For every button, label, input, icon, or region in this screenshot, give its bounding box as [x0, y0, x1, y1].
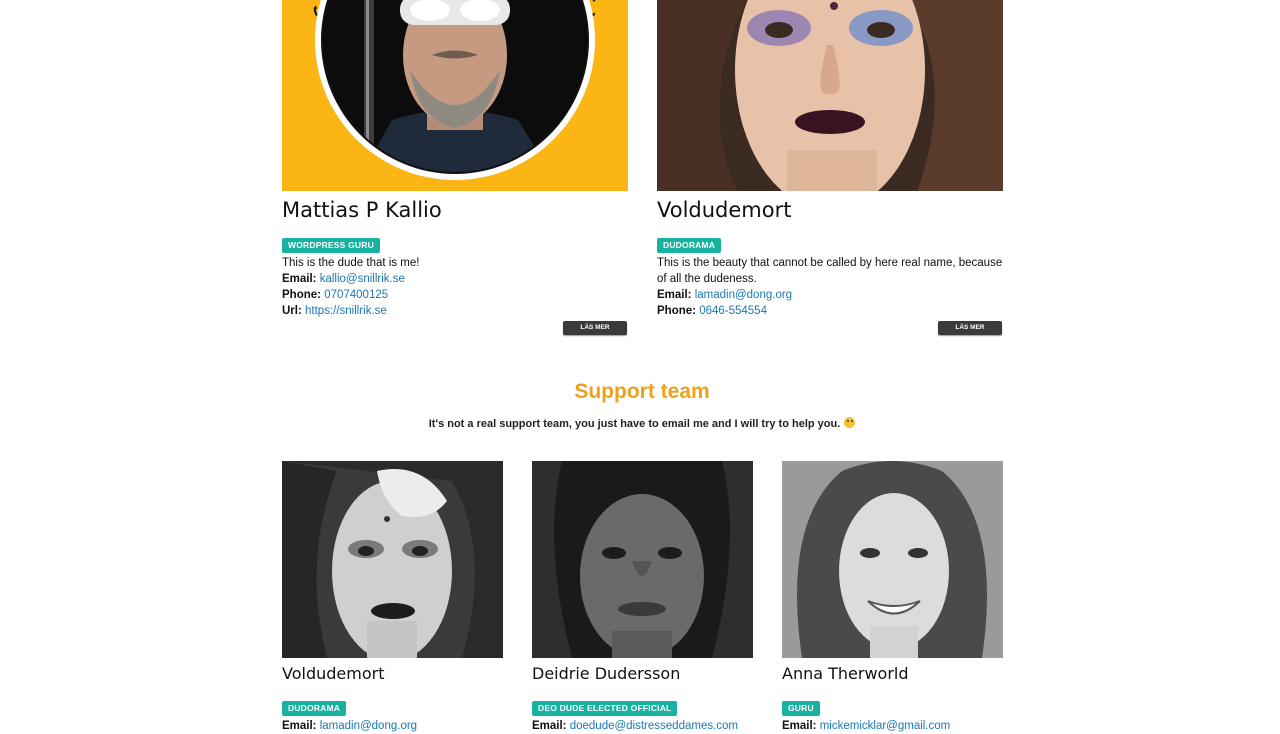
member-details: This is the dude that is me! Email: kall… — [282, 255, 628, 319]
email-link[interactable]: mickemicklar@gmail.com — [820, 720, 951, 732]
section-title: Support team — [574, 380, 710, 403]
role-badge: DEO DUDE ELECTED OFFICIAL — [532, 701, 678, 716]
member-details: Email: doedude@distresseddames.com — [532, 718, 753, 734]
member-name: Voldudemort — [657, 198, 792, 222]
profile-photo-deidrie — [532, 461, 753, 658]
role-badge: GURU — [782, 701, 820, 716]
team-card-voldudemort: Voldudemort DUDORAMA This is the beauty … — [657, 0, 1003, 319]
member-details: This is the beauty that cannot be called… — [657, 255, 1003, 319]
member-name: Deidrie Dudersson — [532, 664, 681, 683]
role-badge: DUDORAMA — [657, 238, 722, 253]
email-label: Email: — [282, 720, 317, 732]
phone-label: Phone: — [657, 305, 696, 317]
profile-photo-kallio: SNILLRIK - SNILLRIK - SNILLRIK - SNILLRI… — [282, 0, 628, 191]
team-card-kallio: SNILLRIK - SNILLRIK - SNILLRIK - SNILLRI… — [282, 0, 628, 319]
member-name: Mattias P Kallio — [282, 198, 442, 222]
url-label: Url: — [282, 305, 302, 317]
support-card-anna: Anna Therworld GURU Email: mickemicklar@… — [782, 461, 1003, 734]
member-details: Email: lamadin@dong.org — [282, 718, 503, 734]
email-label: Email: — [657, 289, 692, 301]
member-description: This is the dude that is me! — [282, 257, 420, 269]
member-name: Anna Therworld — [782, 664, 909, 683]
email-link[interactable]: lamadin@dong.org — [695, 289, 792, 301]
role-badge: WORDPRESS GURU — [282, 238, 380, 253]
email-label: Email: — [282, 273, 317, 285]
profile-photo-voldudemort — [657, 0, 1003, 191]
role-badge: DUDORAMA — [282, 701, 347, 716]
phone-link[interactable]: 0646-554554 — [699, 305, 767, 317]
smiley-icon — [844, 417, 856, 428]
phone-label: Phone: — [282, 289, 321, 301]
read-more-button[interactable]: LÄS MER — [563, 321, 627, 335]
email-link[interactable]: lamadin@dong.org — [320, 720, 417, 732]
support-card-deidrie: Deidrie Dudersson DEO DUDE ELECTED OFFIC… — [532, 461, 753, 734]
section-subtitle: It's not a real support team, you just h… — [0, 417, 1280, 430]
member-details: Email: mickemicklar@gmail.com — [782, 718, 1003, 734]
email-link[interactable]: kallio@snillrik.se — [320, 273, 405, 285]
email-label: Email: — [532, 720, 567, 732]
member-name: Voldudemort — [282, 664, 385, 683]
profile-photo-anna — [782, 461, 1003, 658]
page: SNILLRIK - SNILLRIK - SNILLRIK - SNILLRI… — [0, 0, 1280, 732]
member-description: This is the beauty that cannot be called… — [657, 257, 1003, 285]
email-label: Email: — [782, 720, 817, 732]
email-link[interactable]: doedude@distresseddames.com — [570, 720, 738, 732]
profile-photo-voldudemort-bw — [282, 461, 503, 658]
read-more-button[interactable]: LÄS MER — [938, 321, 1002, 335]
website-link[interactable]: https://snillrik.se — [305, 305, 387, 317]
support-card-voldudemort: Voldudemort DUDORAMA Email: lamadin@dong… — [282, 461, 503, 734]
section-subtitle-text: It's not a real support team, you just h… — [428, 418, 841, 430]
phone-link[interactable]: 0707400125 — [324, 289, 388, 301]
